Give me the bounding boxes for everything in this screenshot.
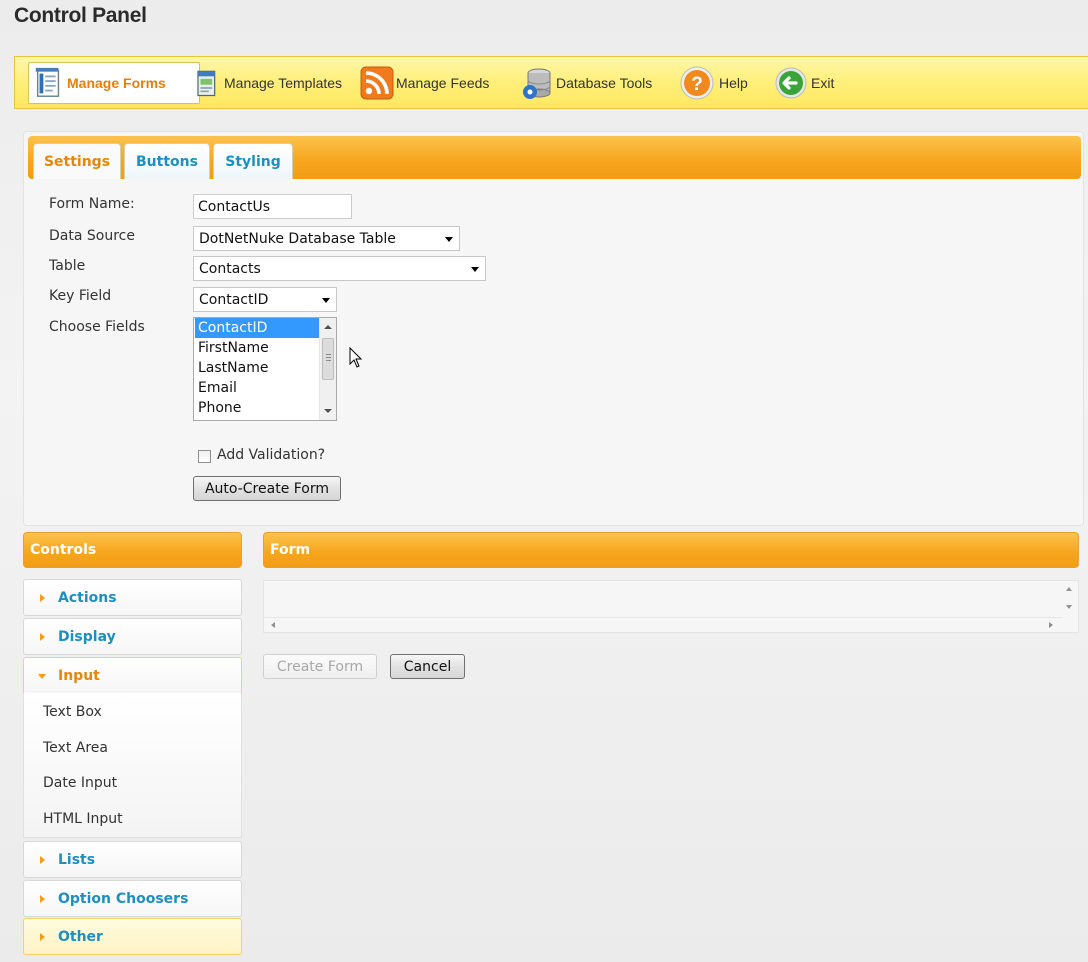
database-icon — [523, 68, 551, 99]
auto-create-form-button[interactable]: Auto-Create Form — [193, 476, 341, 501]
accordion-input-body: Text Box Text Area Date Input HTML Input — [23, 693, 242, 838]
scroll-thumb[interactable] — [322, 338, 334, 380]
forms-icon — [35, 67, 60, 97]
table-label: Table — [49, 258, 86, 274]
settings-panel: Settings Buttons Styling — [23, 131, 1084, 526]
chevron-down-icon — [445, 237, 453, 242]
control-text-box[interactable]: Text Box — [43, 704, 102, 720]
accordion-option-choosers[interactable]: Option Choosers — [23, 880, 242, 917]
toolbar-label: Database Tools — [556, 75, 653, 91]
help-icon: ? — [680, 66, 714, 100]
manage-feeds-button[interactable]: Manage Feeds — [359, 62, 489, 104]
accordion-actions[interactable]: Actions — [23, 579, 242, 616]
accordion-input[interactable]: Input — [23, 657, 242, 693]
add-validation-label: Add Validation? — [217, 447, 326, 463]
table-select[interactable]: Contacts — [193, 256, 486, 281]
accordion-lists[interactable]: Lists — [23, 841, 242, 878]
form-vertical-scrollbar[interactable] — [1062, 581, 1078, 618]
accordion-label: Actions — [58, 589, 117, 606]
listbox-scrollbar[interactable] — [319, 318, 336, 420]
mouse-cursor-icon — [349, 347, 363, 368]
control-date-input[interactable]: Date Input — [43, 775, 117, 791]
key-field-select[interactable]: ContactID — [193, 287, 337, 312]
svg-text:?: ? — [691, 74, 703, 95]
key-field-label: Key Field — [49, 288, 112, 304]
chevron-right-icon — [40, 895, 45, 903]
database-tools-button[interactable]: Database Tools — [519, 62, 652, 104]
accordion-label: Option Choosers — [58, 890, 189, 907]
list-item[interactable]: Email — [195, 378, 319, 398]
choose-fields-label: Choose Fields — [49, 319, 145, 335]
toolbar-label: Manage Templates — [224, 75, 343, 91]
scroll-right-icon[interactable] — [1049, 622, 1053, 628]
list-item[interactable]: Phone — [195, 398, 319, 418]
chevron-down-icon — [38, 674, 46, 679]
settings-tabbar: Settings Buttons Styling — [28, 136, 1081, 179]
toolbar-label: Exit — [811, 75, 835, 91]
manage-forms-button[interactable]: Manage Forms — [28, 62, 200, 104]
toolbar-label: Manage Feeds — [396, 75, 490, 91]
form-header: Form — [263, 532, 1079, 568]
list-item[interactable]: LastName — [195, 358, 319, 378]
control-text-area[interactable]: Text Area — [43, 740, 108, 756]
chevron-right-icon — [40, 933, 45, 941]
tab-settings[interactable]: Settings — [33, 143, 121, 179]
scroll-up-icon[interactable] — [324, 325, 332, 329]
accordion-label: Other — [58, 928, 103, 945]
choose-fields-listbox[interactable]: ContactID FirstName LastName Email Phone — [193, 317, 337, 421]
accordion-label: Lists — [58, 851, 96, 868]
chevron-right-icon — [40, 856, 45, 864]
list-item[interactable]: ContactID — [195, 318, 319, 338]
main-toolbar: Manage Forms Manage Templates Manage Fee… — [14, 56, 1088, 109]
manage-templates-button[interactable]: Manage Templates — [193, 62, 342, 104]
exit-icon — [775, 67, 807, 99]
help-button[interactable]: ? Help — [679, 62, 748, 104]
rss-icon — [360, 66, 394, 100]
scroll-left-icon[interactable] — [271, 622, 275, 628]
chevron-down-icon — [322, 298, 330, 303]
form-name-input[interactable] — [193, 194, 352, 219]
create-form-button[interactable]: Create Form — [263, 654, 377, 679]
scroll-down-icon[interactable] — [1066, 605, 1072, 609]
toolbar-label: Help — [719, 75, 748, 91]
data-source-value: DotNetNuke Database Table — [199, 231, 396, 247]
table-value: Contacts — [199, 261, 261, 277]
templates-icon — [197, 70, 216, 97]
form-horizontal-scrollbar[interactable] — [264, 617, 1062, 632]
tab-buttons[interactable]: Buttons — [124, 143, 210, 179]
form-canvas[interactable] — [263, 580, 1079, 633]
scroll-down-icon[interactable] — [324, 409, 332, 413]
exit-button[interactable]: Exit — [773, 62, 834, 104]
accordion-display[interactable]: Display — [23, 618, 242, 655]
key-field-value: ContactID — [199, 292, 269, 308]
accordion-label: Input — [58, 667, 100, 684]
cancel-button[interactable]: Cancel — [390, 654, 465, 679]
accordion-label: Display — [58, 628, 116, 645]
form-name-label: Form Name: — [49, 196, 135, 212]
chevron-right-icon — [40, 594, 45, 602]
chevron-right-icon — [40, 633, 45, 641]
tab-styling[interactable]: Styling — [213, 143, 293, 179]
add-validation-checkbox[interactable] — [198, 450, 211, 463]
list-item[interactable]: FirstName — [195, 338, 319, 358]
controls-header: Controls — [23, 532, 242, 568]
page-title: Control Panel — [14, 4, 147, 27]
chevron-down-icon — [471, 267, 479, 272]
data-source-select[interactable]: DotNetNuke Database Table — [193, 226, 460, 251]
control-html-input[interactable]: HTML Input — [43, 811, 123, 827]
data-source-label: Data Source — [49, 228, 135, 244]
accordion-other[interactable]: Other — [23, 918, 242, 955]
toolbar-label: Manage Forms — [67, 75, 166, 91]
scroll-up-icon[interactable] — [1066, 587, 1072, 591]
